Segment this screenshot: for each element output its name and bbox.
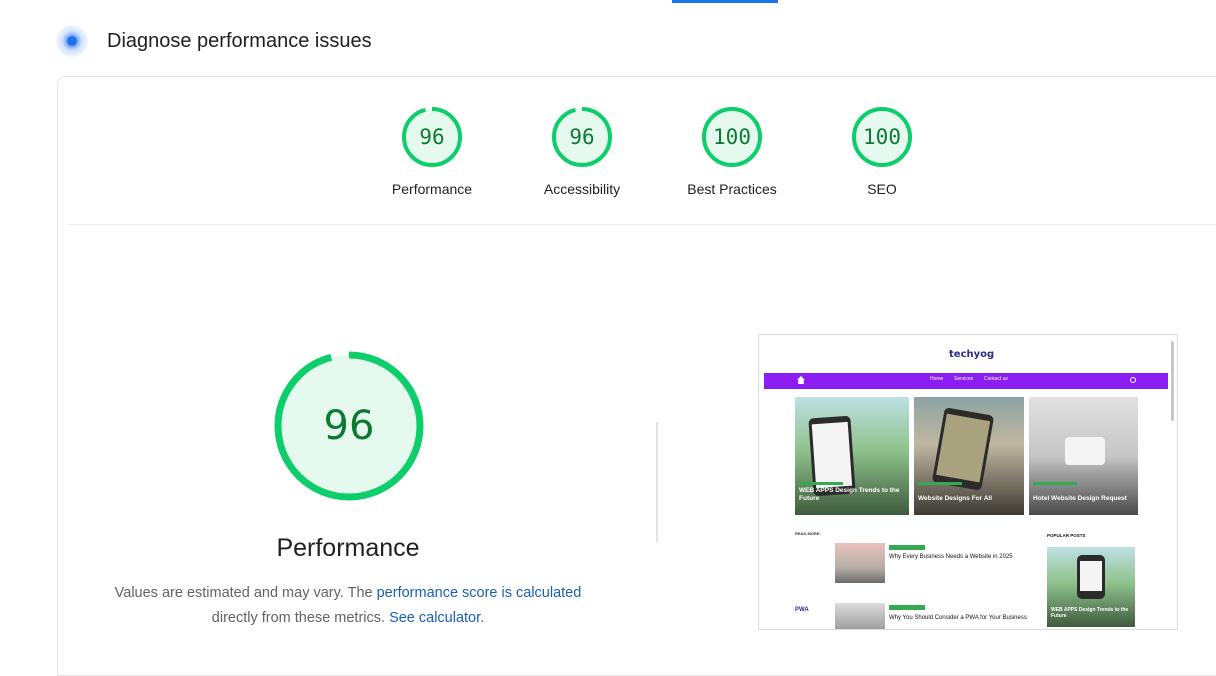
post-thumbnail (835, 543, 885, 583)
tile-tag (799, 482, 843, 485)
placeholder-image-icon (1065, 437, 1105, 465)
home-icon (797, 376, 805, 384)
popular-posts-heading: POPULAR POSTS (1047, 533, 1086, 538)
see-calculator-link[interactable]: See calculator (389, 610, 480, 626)
phone-image (1077, 555, 1105, 599)
site-nav: Home Services Contact us (764, 373, 1168, 389)
final-screenshot[interactable]: techyog Home Services Contact us WEB APP… (758, 334, 1178, 630)
gauge-score: 100 (713, 125, 751, 149)
nav-item: Services (954, 376, 974, 382)
vertical-divider (656, 422, 658, 542)
gauge-label: Accessibility (543, 181, 621, 197)
popular-post-card: WEB APPS Design Trends to the Future (1047, 547, 1135, 627)
search-icon (1130, 377, 1136, 383)
popular-post-caption: WEB APPS Design Trends to the Future (1051, 607, 1129, 619)
post-title: Why You Should Consider a PWA for Your B… (889, 615, 1027, 621)
score-calculated-link[interactable]: performance score is calculated (377, 585, 582, 601)
gauge-score: 100 (863, 125, 901, 149)
gauge-score: 96 (419, 125, 445, 149)
tile-tag (918, 482, 962, 485)
large-gauge-score: 96 (323, 403, 375, 449)
desc-text: . (480, 610, 485, 626)
gauge-label: Performance (391, 181, 473, 197)
divider (68, 224, 1216, 225)
read-more-label: READ MORE: (795, 531, 821, 536)
lighthouse-pulse-icon (56, 25, 88, 57)
gauge-score: 96 (569, 125, 595, 149)
nav-item: Home (930, 376, 944, 382)
section-header: Diagnose performance issues (56, 24, 372, 58)
nav-item: Contact us (984, 376, 1008, 382)
featured-tile: WEB APPS Design Trends to the Future (795, 397, 909, 515)
performance-description: Values are estimated and may vary. The p… (78, 581, 618, 631)
post-tag (889, 545, 925, 550)
category-gauges: 96 Performance 96 Accessibility 100 Best… (58, 105, 1216, 225)
desc-text: Values are estimated and may vary. The (114, 585, 377, 601)
gauge-label: SEO (867, 181, 897, 197)
tile-caption: Website Designs For All (918, 495, 993, 502)
performance-gauge-large: 96 (272, 349, 426, 503)
gauge-label: Best Practices (687, 181, 777, 197)
post-title: Why Every Business Needs a Website in 20… (889, 554, 1013, 560)
performance-title: Performance (276, 534, 420, 562)
featured-tile: Hotel Website Design Request (1029, 397, 1138, 515)
phone-image (931, 407, 995, 491)
site-logo: techyog (949, 349, 995, 360)
gauge-accessibility[interactable]: 96 Accessibility (507, 105, 657, 197)
screenshot-scrollbar (1171, 341, 1174, 421)
tile-caption: Hotel Website Design Request (1033, 495, 1127, 502)
gauge-performance[interactable]: 96 Performance (357, 105, 507, 197)
pwa-label: PWA (795, 607, 809, 613)
active-tab-indicator (672, 0, 778, 3)
gauge-best-practices[interactable]: 100 Best Practices (657, 105, 807, 197)
tile-caption: WEB APPS Design Trends to the Future (799, 487, 900, 502)
read-more-column: READ MORE: PWA (795, 531, 829, 613)
desc-text: directly from these metrics. (211, 610, 390, 626)
gauge-seo[interactable]: 100 SEO (807, 105, 957, 197)
tile-tag (1033, 482, 1077, 485)
post-thumbnail (835, 603, 885, 629)
featured-tile: Website Designs For All (914, 397, 1024, 515)
post-tag (889, 605, 925, 610)
section-title: Diagnose performance issues (107, 29, 372, 52)
report-card: 96 Performance 96 Accessibility 100 Best… (57, 76, 1216, 676)
